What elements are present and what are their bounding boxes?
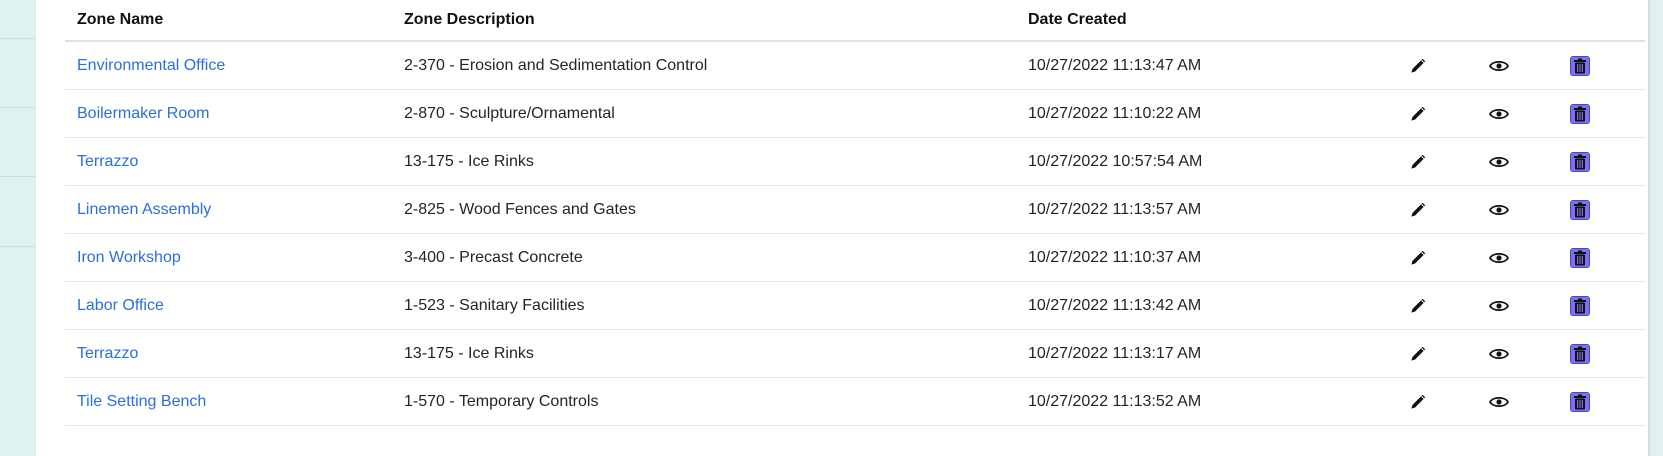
column-header-zone-description[interactable]: Zone Description	[404, 0, 535, 40]
delete-button[interactable]	[1567, 293, 1593, 319]
zone-name-link[interactable]: Tile Setting Bench	[77, 393, 206, 411]
column-header-date-created[interactable]: Date Created	[1028, 0, 1127, 40]
column-header-zone-name[interactable]: Zone Name	[77, 0, 163, 40]
date-created: 10/27/2022 11:13:42 AM	[1028, 296, 1202, 314]
pencil-icon[interactable]	[1405, 101, 1431, 127]
zones-table: Zone Name Zone Description Date Created …	[65, 0, 1645, 426]
table-row: Environmental Office 2-370 - Erosion and …	[65, 42, 1645, 90]
eye-icon[interactable]	[1486, 341, 1512, 367]
zone-description: 2-370 - Erosion and Sedimentation Contro…	[404, 56, 708, 74]
pencil-icon[interactable]	[1405, 149, 1431, 175]
eye-icon[interactable]	[1486, 389, 1512, 415]
zone-name-link[interactable]: Labor Office	[77, 297, 164, 315]
date-created: 10/27/2022 11:13:17 AM	[1028, 344, 1202, 362]
trash-icon	[1570, 295, 1590, 316]
sidebar-divider	[0, 38, 35, 39]
sidebar-divider	[0, 176, 35, 177]
date-created: 10/27/2022 11:13:52 AM	[1028, 392, 1202, 410]
eye-icon[interactable]	[1486, 149, 1512, 175]
eye-icon[interactable]	[1486, 245, 1512, 271]
pencil-icon[interactable]	[1405, 389, 1431, 415]
table-row: Tile Setting Bench 1-570 - Temporary Cont…	[65, 378, 1645, 426]
date-created: 10/27/2022 11:10:37 AM	[1028, 248, 1202, 266]
left-sidebar-rail	[0, 0, 36, 456]
delete-button[interactable]	[1567, 197, 1593, 223]
pencil-icon[interactable]	[1405, 245, 1431, 271]
eye-icon[interactable]	[1486, 293, 1512, 319]
zone-description: 13-175 - Ice Rinks	[404, 344, 534, 362]
table-row: Iron Workshop 3-400 - Precast Concrete 10/…	[65, 234, 1645, 282]
trash-icon	[1570, 391, 1590, 412]
trash-icon	[1570, 247, 1590, 268]
pencil-icon[interactable]	[1405, 341, 1431, 367]
delete-button[interactable]	[1567, 389, 1593, 415]
vertical-scrollbar[interactable]	[1648, 0, 1663, 456]
eye-icon[interactable]	[1486, 53, 1512, 79]
zone-description: 2-825 - Wood Fences and Gates	[404, 200, 636, 218]
table-row: Terrazzo 13-175 - Ice Rinks 10/27/2022 11:…	[65, 330, 1645, 378]
zone-description: 3-400 - Precast Concrete	[404, 248, 583, 266]
trash-icon	[1570, 199, 1590, 220]
zone-name-link[interactable]: Linemen Assembly	[77, 201, 211, 219]
zone-description: 2-870 - Sculpture/Ornamental	[404, 104, 615, 122]
trash-icon	[1570, 151, 1590, 172]
date-created: 10/27/2022 11:10:22 AM	[1028, 104, 1202, 122]
delete-button[interactable]	[1567, 245, 1593, 271]
table-header-row: Zone Name Zone Description Date Created	[65, 0, 1645, 42]
delete-button[interactable]	[1567, 149, 1593, 175]
eye-icon[interactable]	[1486, 197, 1512, 223]
table-row: Terrazzo 13-175 - Ice Rinks 10/27/2022 10:…	[65, 138, 1645, 186]
delete-button[interactable]	[1567, 101, 1593, 127]
trash-icon	[1570, 103, 1590, 124]
scrollbar-track[interactable]	[1648, 0, 1650, 456]
date-created: 10/27/2022 10:57:54 AM	[1028, 152, 1203, 170]
zone-name-link[interactable]: Iron Workshop	[77, 249, 181, 267]
trash-icon	[1570, 55, 1590, 76]
sidebar-divider	[0, 246, 35, 247]
zone-description: 1-523 - Sanitary Facilities	[404, 296, 585, 314]
pencil-icon[interactable]	[1405, 293, 1431, 319]
zone-name-link[interactable]: Terrazzo	[77, 153, 138, 171]
date-created: 10/27/2022 11:13:47 AM	[1028, 56, 1202, 74]
table-row: Labor Office 1-523 - Sanitary Facilities 1…	[65, 282, 1645, 330]
zone-name-link[interactable]: Boilermaker Room	[77, 105, 209, 123]
date-created: 10/27/2022 11:13:57 AM	[1028, 200, 1202, 218]
delete-button[interactable]	[1567, 341, 1593, 367]
pencil-icon[interactable]	[1405, 197, 1431, 223]
zone-description: 1-570 - Temporary Controls	[404, 392, 599, 410]
pencil-icon[interactable]	[1405, 53, 1431, 79]
sidebar-divider	[0, 107, 35, 108]
zone-name-link[interactable]: Environmental Office	[77, 57, 225, 75]
trash-icon	[1570, 343, 1590, 364]
zone-description: 13-175 - Ice Rinks	[404, 152, 534, 170]
delete-button[interactable]	[1567, 53, 1593, 79]
table-body: Environmental Office 2-370 - Erosion and …	[65, 42, 1645, 426]
table-row: Linemen Assembly 2-825 - Wood Fences and …	[65, 186, 1645, 234]
table-row: Boilermaker Room 2-870 - Sculpture/Orname…	[65, 90, 1645, 138]
zone-name-link[interactable]: Terrazzo	[77, 345, 138, 363]
eye-icon[interactable]	[1486, 101, 1512, 127]
